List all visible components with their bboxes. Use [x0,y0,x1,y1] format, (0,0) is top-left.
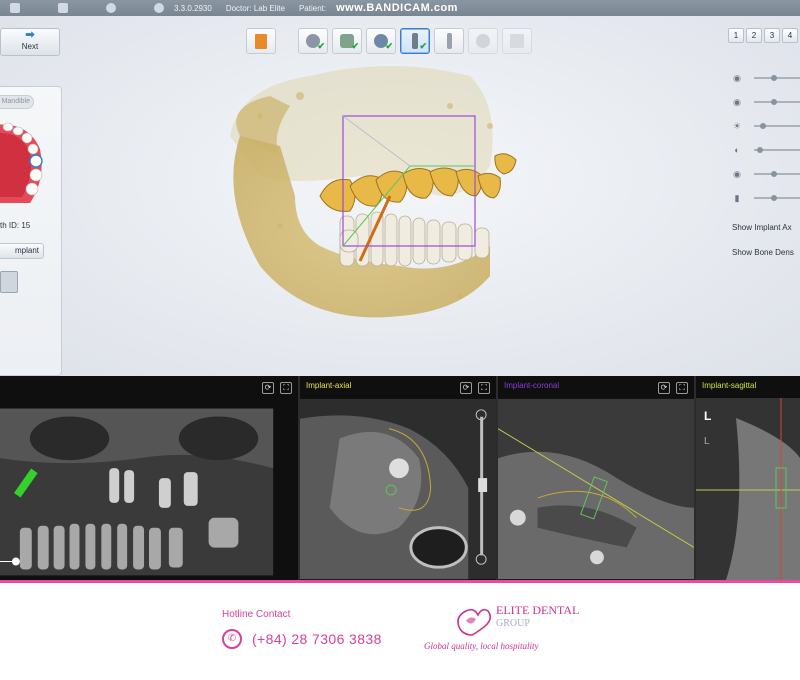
slider-track[interactable] [754,171,800,177]
version-label: 3.3.0.2930 [174,3,212,13]
maximize-icon[interactable]: ⛶ [478,382,490,394]
show-bone-density-option[interactable]: Show Bone Dens [732,248,794,257]
slider-thumb[interactable] [771,99,778,105]
panoramic-view[interactable]: ⟳ ⛶ [0,376,300,580]
show-implant-axis-option[interactable]: Show Implant Ax [732,223,792,232]
hotline-label: Hotline Contact [222,609,291,620]
ct-views-strip: ⟳ ⛶ Implant-axial ⟳ ⛶ Implant-coronal ⟳ … [0,376,800,580]
visibility-icon: ◉ [733,73,741,83]
patient-label: Patient: [298,3,327,13]
view-slider[interactable]: ☀ [732,120,800,132]
view-slider[interactable]: ▮ [732,192,800,204]
next-button-label: Next [21,42,39,51]
mandible-tab[interactable]: Mandible [0,95,34,109]
panoramic-image[interactable] [0,398,298,580]
axial-image[interactable] [300,398,496,580]
hotline: ✆ (+84) 28 7306 3838 [222,629,382,649]
slider-thumb[interactable] [756,147,763,153]
maximize-icon[interactable]: ⛶ [280,382,292,394]
implant-coronal-title: Implant-coronal [504,381,560,390]
sagittal-image[interactable]: L L [696,398,800,580]
brand-tagline: Global quality, local hospitality [424,641,539,651]
implant-sagittal-title: Implant-sagittal [702,381,757,390]
slider-thumb[interactable] [771,195,778,201]
dental-arch-diagram[interactable] [0,119,50,205]
implant-sagittal-view[interactable]: Implant-sagittal L L [696,376,800,580]
rotate-icon[interactable]: ⟳ [262,382,274,394]
contrast-icon: ◐ [734,145,740,155]
implant-thumbnail-icon[interactable] [0,271,18,293]
slider-thumb[interactable] [771,171,778,177]
implant-axial-title: Implant-axial [306,381,352,390]
rotate-icon[interactable]: ⟳ [460,382,472,394]
layer-tab-2[interactable]: 2 [746,28,762,43]
3d-workspace[interactable]: ➡ Next Mandible th ID: 15 mplant ✔ ✔ ✔ ✔… [0,16,800,376]
doctor-label: Doctor: Lab Elite [225,3,285,13]
layer-tabs: 1 2 3 4 [728,28,800,43]
view-slider[interactable]: ◉ [732,72,800,84]
orientation-l-icon[interactable]: L [704,409,711,423]
whatsapp-icon: ✆ [222,629,242,649]
title-bar: 3.3.0.2930 Doctor: Lab Elite Patient: ww… [0,0,800,16]
tooth-selection-panel: Mandible th ID: 15 mplant [0,86,62,376]
brand-name: ELITE DENTAL GROUP [496,603,579,631]
rotate-icon[interactable]: ⟳ [658,382,670,394]
bandicam-watermark: www.BANDICAM.com [336,2,458,14]
export-icon[interactable] [10,3,20,13]
tooth-id-label: th ID: 15 [0,221,31,230]
implant-icon: ▮ [734,193,740,203]
elite-dental-logo [457,608,492,636]
slider-track[interactable] [754,99,800,105]
slider-track[interactable] [754,75,800,81]
view-slider[interactable]: ◉ [732,168,800,180]
3d-jaw-model[interactable] [200,46,530,346]
layer-tab-4[interactable]: 4 [782,28,798,43]
promo-footer: Hotline Contact ✆ (+84) 28 7306 3838 ELI… [0,583,800,680]
maximize-icon[interactable]: ⛶ [676,382,688,394]
file-icon[interactable] [58,3,68,13]
implant-coronal-view[interactable]: Implant-coronal ⟳ ⛶ [498,376,696,580]
arrow-right-icon: ➡ [25,29,35,41]
brand-line-1: ELITE DENTAL [496,603,580,617]
slider-track[interactable] [754,195,800,201]
slider-track[interactable] [754,123,800,129]
implant-axial-view[interactable]: Implant-axial ⟳ ⛶ [300,376,498,580]
brightness-icon: ☀ [732,121,742,131]
implant-button[interactable]: mplant [0,243,44,259]
visibility-icon: ◉ [733,97,741,107]
settings-icon[interactable] [106,3,116,13]
orientation-icon[interactable]: L [704,436,710,447]
slider-thumb[interactable] [771,75,778,81]
slider-thumb[interactable] [759,123,766,129]
brand-line-2: GROUP [496,618,530,629]
next-button[interactable]: ➡ Next [0,28,60,56]
view-settings-panel: 1 2 3 4 ◉ ◉ ☀ ◐ ◉ ▮ Show Implant Ax Show Bone… [728,28,800,288]
phone-number[interactable]: (+84) 28 7306 3838 [252,631,382,647]
layer-tab-3[interactable]: 3 [764,28,780,43]
layer-tab-1[interactable]: 1 [728,28,744,43]
view-slider[interactable]: ◉ [732,96,800,108]
visibility-icon: ◉ [733,169,741,179]
coronal-image[interactable] [498,398,694,580]
info-icon[interactable] [154,3,164,13]
view-slider[interactable]: ◐ [732,144,800,156]
slider-track[interactable] [754,147,800,153]
